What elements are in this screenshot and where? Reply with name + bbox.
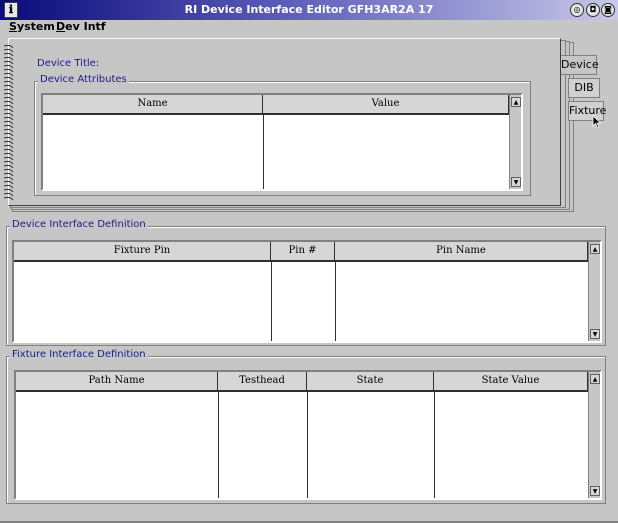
fixture-interface-scrollbar[interactable]: ▲ ▼ bbox=[588, 372, 600, 498]
tab-device[interactable]: Device bbox=[561, 55, 599, 75]
fixture-interface-header: Path Name Testhead State State Value bbox=[16, 372, 588, 392]
window-title: RI Device Interface Editor GFH3AR2A 17 bbox=[184, 3, 434, 16]
menu-bar: System Dev Intf bbox=[0, 20, 618, 34]
column-divider bbox=[434, 392, 435, 498]
column-header-value[interactable]: Value bbox=[263, 95, 509, 113]
device-attributes-scrollbar[interactable]: ▲ ▼ bbox=[509, 95, 521, 189]
column-header-path-name[interactable]: Path Name bbox=[16, 372, 218, 390]
minimize-button[interactable]: ◎ bbox=[570, 3, 584, 17]
device-attributes-table[interactable]: Name Value ▲ ▼ bbox=[41, 93, 523, 191]
close-button[interactable]: ◙ bbox=[601, 3, 615, 17]
column-divider bbox=[218, 392, 219, 498]
scroll-down-button[interactable]: ▼ bbox=[590, 486, 600, 496]
tab-dib[interactable]: DIB bbox=[568, 78, 600, 98]
column-divider bbox=[307, 392, 308, 498]
menu-system[interactable]: System bbox=[9, 20, 55, 33]
device-title-label: Device Title: bbox=[37, 58, 100, 69]
column-header-name[interactable]: Name bbox=[43, 95, 263, 113]
device-interface-title: Device Interface Definition bbox=[10, 219, 148, 230]
device-interface-scrollbar[interactable]: ▲ ▼ bbox=[588, 242, 600, 341]
column-header-pin-number[interactable]: Pin # bbox=[271, 242, 335, 260]
column-divider bbox=[335, 262, 336, 341]
column-divider bbox=[271, 262, 272, 341]
device-interface-table[interactable]: Fixture Pin Pin # Pin Name ▲ ▼ bbox=[12, 240, 602, 343]
menu-dev-intf[interactable]: Dev Intf bbox=[56, 20, 106, 33]
column-divider bbox=[263, 115, 264, 189]
device-interface-header: Fixture Pin Pin # Pin Name bbox=[14, 242, 588, 262]
mouse-cursor-icon bbox=[592, 115, 602, 129]
scroll-up-button[interactable]: ▲ bbox=[590, 244, 600, 254]
column-header-testhead[interactable]: Testhead bbox=[218, 372, 307, 390]
column-header-pin-name[interactable]: Pin Name bbox=[335, 242, 588, 260]
fixture-interface-title: Fixture Interface Definition bbox=[10, 349, 148, 360]
scroll-up-button[interactable]: ▲ bbox=[511, 97, 521, 107]
scroll-down-button[interactable]: ▼ bbox=[590, 329, 600, 339]
device-attributes-title: Device Attributes bbox=[38, 74, 129, 85]
fixture-interface-table[interactable]: Path Name Testhead State State Value ▲ ▼ bbox=[14, 370, 602, 500]
column-header-state-value[interactable]: State Value bbox=[434, 372, 588, 390]
spiral-binding bbox=[3, 44, 14, 201]
column-header-fixture-pin[interactable]: Fixture Pin bbox=[14, 242, 271, 260]
maximize-button[interactable]: ◘ bbox=[586, 3, 600, 17]
column-header-state[interactable]: State bbox=[307, 372, 434, 390]
scroll-up-button[interactable]: ▲ bbox=[590, 374, 600, 384]
scroll-down-button[interactable]: ▼ bbox=[511, 177, 521, 187]
device-attributes-header: Name Value bbox=[43, 95, 509, 115]
